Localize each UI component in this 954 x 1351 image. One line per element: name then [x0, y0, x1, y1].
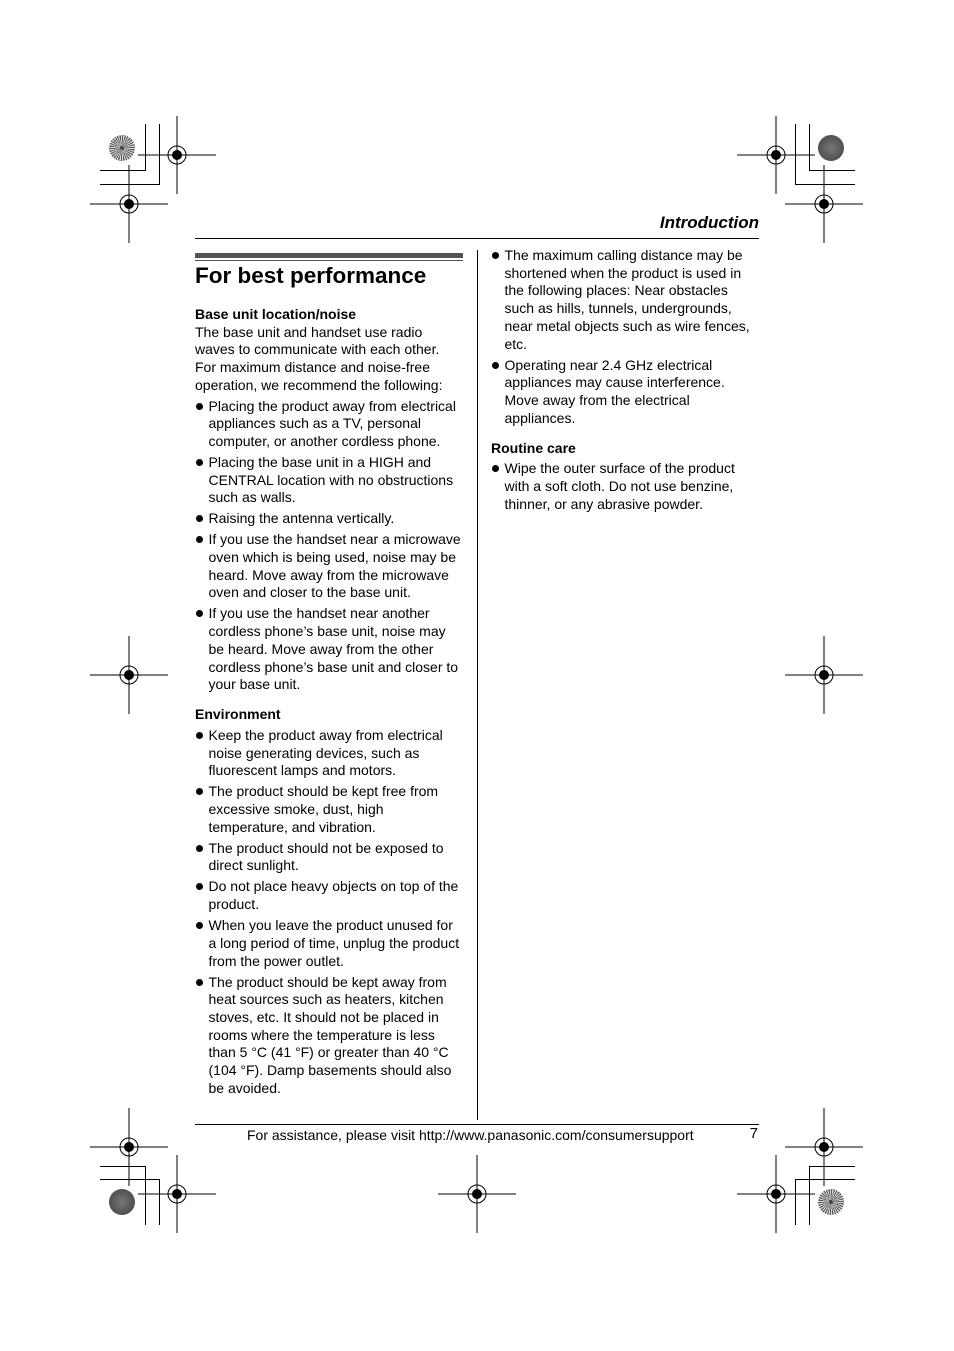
list-item: Do not place heavy objects on top of the… [195, 878, 463, 913]
base-unit-intro: The base unit and handset use radio wave… [195, 323, 443, 393]
bullet-icon [196, 402, 203, 410]
bullet-icon [196, 788, 203, 796]
environment-heading: Environment [195, 706, 281, 723]
sunburst-disc-icon [109, 135, 135, 161]
base-unit-heading: Base unit location/noise [195, 306, 357, 322]
list-item: If you use the handset near another cord… [195, 605, 463, 694]
page-number: 7 [749, 1125, 758, 1142]
sunburst-disc-icon [818, 1189, 844, 1215]
bullet-icon [492, 252, 499, 259]
header-divider [195, 238, 759, 239]
assistance-text: For assistance, please visit http://www.… [247, 1127, 694, 1143]
list-item: Placing the base unit in a HIGH and CENT… [195, 454, 463, 507]
bullet-icon [492, 361, 499, 369]
crosshair-target-icon [785, 636, 863, 714]
list-item: If you use the handset near a microwave … [195, 531, 463, 602]
right-column: The maximum calling distance may be shor… [491, 247, 759, 517]
title-bar [195, 253, 463, 258]
routine-care-list: Wipe the outer surface of the product wi… [491, 460, 759, 513]
crosshair-target-icon [138, 1155, 216, 1233]
bullet-icon [196, 536, 203, 544]
list-item: Placing the product away from electrical… [195, 398, 463, 451]
bullet-icon [196, 610, 203, 618]
list-item: The product should be kept free from exc… [195, 783, 463, 836]
section-title: Introduction [659, 213, 759, 232]
crosshair-target-icon [438, 1155, 516, 1233]
crosshair-target-icon [737, 1155, 815, 1233]
list-item: The product should not be exposed to dir… [195, 840, 463, 875]
bullet-icon [196, 844, 203, 852]
list-item: When you leave the product unused for a … [195, 917, 463, 970]
bullet-icon [196, 922, 203, 930]
bullet-icon [196, 883, 203, 891]
list-item: Keep the product away from electrical no… [195, 727, 463, 780]
crop-mark [809, 1166, 855, 1167]
crosshair-target-icon [90, 165, 168, 243]
list-item: Operating near 2.4 GHz electrical applia… [491, 357, 759, 428]
bullet-icon [196, 978, 203, 986]
left-column: Base unit location/noise The base unit a… [195, 306, 463, 1101]
bullet-icon [196, 515, 203, 523]
crosshair-target-icon [90, 636, 168, 714]
column-divider [477, 250, 478, 1120]
gray-disc-icon [109, 1189, 135, 1215]
routine-care-heading: Routine care [491, 439, 576, 456]
base-unit-list: Placing the product away from electrical… [195, 398, 463, 694]
list-item: Raising the antenna vertically. [195, 510, 463, 528]
gray-disc-icon [818, 135, 844, 161]
bullet-icon [196, 458, 203, 466]
crosshair-target-icon [785, 165, 863, 243]
title-bar-thin [195, 260, 463, 261]
list-item: The product should be kept away from hea… [195, 974, 463, 1098]
distance-list: The maximum calling distance may be shor… [491, 247, 759, 427]
footer-divider [195, 1124, 759, 1125]
environment-list: Keep the product away from electrical no… [195, 727, 463, 1098]
list-item: The maximum calling distance may be shor… [491, 247, 759, 353]
bullet-icon [196, 731, 203, 739]
bullet-icon [492, 465, 499, 473]
page-title: For best performance [195, 263, 427, 288]
list-item: Wipe the outer surface of the product wi… [491, 460, 759, 513]
